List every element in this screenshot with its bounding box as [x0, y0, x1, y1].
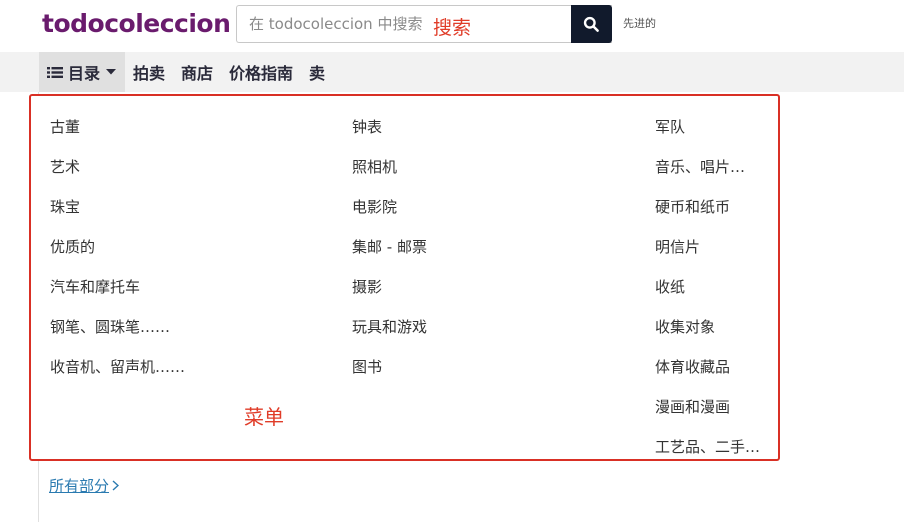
menu-item-stamps[interactable]: 集邮 - 邮票	[352, 236, 427, 257]
menu-item-military[interactable]: 军队	[655, 116, 685, 137]
page: todocoleccion 搜索 先进的 目录	[0, 0, 904, 522]
menu-item-paper-collecting[interactable]: 收纸	[655, 276, 685, 297]
menu-item-crafts-secondhand[interactable]: 工艺品、二手…	[655, 436, 760, 457]
menu-item-cars-motorcycles[interactable]: 汽车和摩托车	[50, 276, 140, 297]
nav-catalog-dropdown[interactable]: 目录	[39, 52, 125, 92]
nav-item-auctions[interactable]: 拍卖	[133, 60, 165, 84]
menu-item-toys-games[interactable]: 玩具和游戏	[352, 316, 427, 337]
menu-item-antiques[interactable]: 古董	[50, 116, 80, 137]
menu-item-cameras[interactable]: 照相机	[352, 156, 397, 177]
all-sections-label: 所有部分	[49, 477, 110, 495]
menu-item-jewelry[interactable]: 珠宝	[50, 196, 80, 217]
nav-item-shops[interactable]: 商店	[181, 60, 213, 84]
menu-item-music-records[interactable]: 音乐、唱片…	[655, 156, 745, 177]
menu-item-sports-collectibles[interactable]: 体育收藏品	[655, 356, 730, 377]
nav-item-sell[interactable]: 卖	[309, 60, 325, 84]
search-button[interactable]	[571, 5, 612, 43]
menu-item-radios[interactable]: 收音机、留声机……	[50, 356, 185, 377]
site-logo[interactable]: todocoleccion	[42, 9, 231, 38]
search-icon	[583, 16, 599, 32]
search-annotation: 搜索	[433, 17, 472, 39]
menu-item-watches[interactable]: 钟表	[352, 116, 382, 137]
menu-annotation: 菜单	[244, 405, 284, 429]
nav-catalog-label: 目录	[68, 64, 101, 83]
nav-item-price-guide[interactable]: 价格指南	[229, 60, 293, 84]
menu-item-postcards[interactable]: 明信片	[655, 236, 700, 257]
header: todocoleccion 搜索 先进的	[0, 0, 904, 52]
menu-item-cinema[interactable]: 电影院	[352, 196, 397, 217]
menu-item-collectibles[interactable]: 收集对象	[655, 316, 715, 337]
menu-item-coins-banknotes[interactable]: 硬币和纸币	[655, 196, 730, 217]
menu-item-photography[interactable]: 摄影	[352, 276, 382, 297]
menu-item-pens[interactable]: 钢笔、圆珠笔……	[50, 316, 170, 337]
chevron-right-icon	[112, 477, 120, 495]
search-input[interactable]	[237, 6, 571, 42]
menu-item-comics[interactable]: 漫画和漫画	[655, 396, 730, 417]
menu-item-premium[interactable]: 优质的	[50, 236, 95, 257]
advanced-search-link[interactable]: 先进的	[623, 15, 656, 31]
search-box: 搜索	[236, 5, 612, 43]
catalog-menu: 古董 艺术 珠宝 优质的 汽车和摩托车 钢笔、圆珠笔…… 收音机、留声机…… 钟…	[29, 94, 780, 461]
list-icon	[47, 66, 63, 79]
all-sections-link[interactable]: 所有部分	[49, 475, 120, 496]
menu-item-art[interactable]: 艺术	[50, 156, 80, 177]
menu-item-books[interactable]: 图书	[352, 356, 382, 377]
caret-down-icon	[106, 69, 117, 75]
